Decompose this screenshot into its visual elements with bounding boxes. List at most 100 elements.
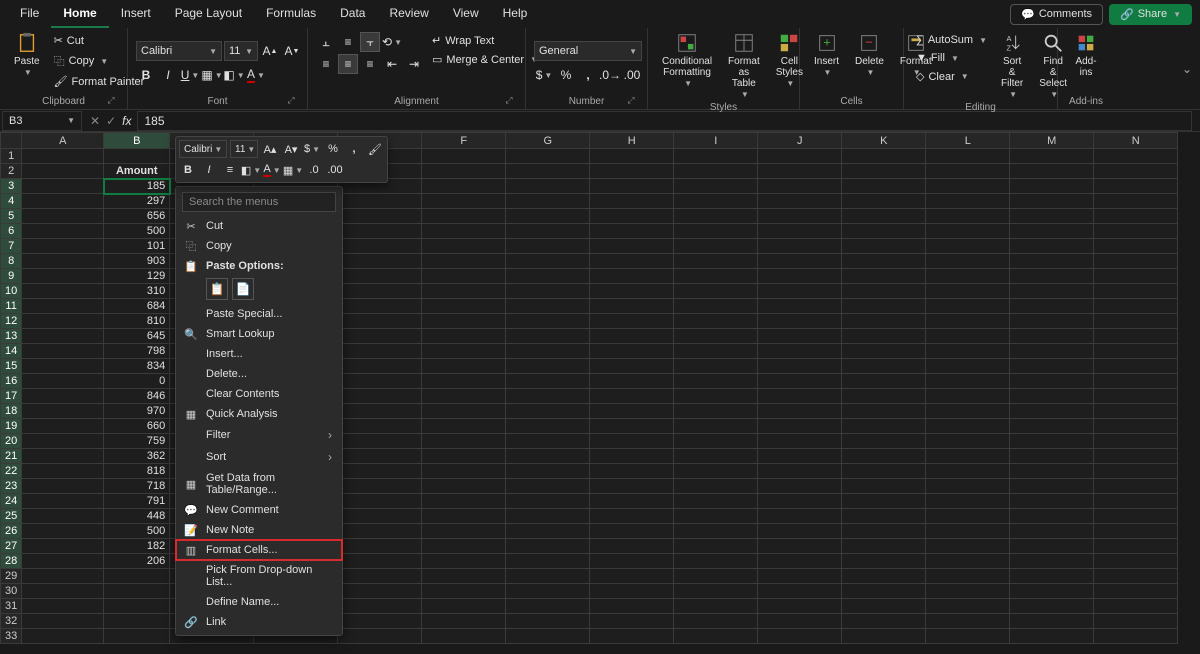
cell-J19[interactable] xyxy=(758,419,842,434)
col-header-B[interactable]: B xyxy=(104,133,170,149)
cell-F26[interactable] xyxy=(422,524,506,539)
cell-K11[interactable] xyxy=(842,299,926,314)
cell-N17[interactable] xyxy=(1094,389,1178,404)
cell-L19[interactable] xyxy=(926,419,1010,434)
cell-L8[interactable] xyxy=(926,254,1010,269)
font-name-combo[interactable]: Calibri▼ xyxy=(136,41,222,61)
cell-I27[interactable] xyxy=(674,539,758,554)
cell-K7[interactable] xyxy=(842,239,926,254)
cell-M33[interactable] xyxy=(1010,629,1094,644)
tab-formulas[interactable]: Formulas xyxy=(254,0,328,28)
mini-italic[interactable]: I xyxy=(200,161,218,179)
row-header-20[interactable]: 20 xyxy=(1,434,22,449)
cell-G33[interactable] xyxy=(506,629,590,644)
cell-G18[interactable] xyxy=(506,404,590,419)
cell-M26[interactable] xyxy=(1010,524,1094,539)
cell-M4[interactable] xyxy=(1010,194,1094,209)
tab-file[interactable]: File xyxy=(8,0,51,28)
cell-I7[interactable] xyxy=(674,239,758,254)
cell-M13[interactable] xyxy=(1010,329,1094,344)
cell-J30[interactable] xyxy=(758,584,842,599)
italic-button[interactable]: I xyxy=(158,65,178,85)
cell-H22[interactable] xyxy=(590,464,674,479)
cell-I3[interactable] xyxy=(674,179,758,194)
cell-B10[interactable]: 310 xyxy=(104,284,170,299)
ctx-filter[interactable]: Filter xyxy=(176,424,342,446)
cell-G13[interactable] xyxy=(506,329,590,344)
cell-J8[interactable] xyxy=(758,254,842,269)
cell-L25[interactable] xyxy=(926,509,1010,524)
cell-A12[interactable] xyxy=(22,314,104,329)
row-header-2[interactable]: 2 xyxy=(1,164,22,179)
mini-border[interactable]: ▦▼ xyxy=(284,161,302,179)
cell-G29[interactable] xyxy=(506,569,590,584)
cell-J23[interactable] xyxy=(758,479,842,494)
row-header-30[interactable]: 30 xyxy=(1,584,22,599)
cell-L32[interactable] xyxy=(926,614,1010,629)
cell-M18[interactable] xyxy=(1010,404,1094,419)
cell-H7[interactable] xyxy=(590,239,674,254)
cell-G3[interactable] xyxy=(506,179,590,194)
cell-B9[interactable]: 129 xyxy=(104,269,170,284)
cell-E15[interactable] xyxy=(338,359,422,374)
cell-J14[interactable] xyxy=(758,344,842,359)
cell-E7[interactable] xyxy=(338,239,422,254)
tab-insert[interactable]: Insert xyxy=(109,0,163,28)
cell-N29[interactable] xyxy=(1094,569,1178,584)
ctx-clear-contents[interactable]: Clear Contents xyxy=(176,384,342,404)
cell-L22[interactable] xyxy=(926,464,1010,479)
cell-E10[interactable] xyxy=(338,284,422,299)
cell-M20[interactable] xyxy=(1010,434,1094,449)
mini-font-combo[interactable]: Calibri▼ xyxy=(179,140,227,158)
row-header-6[interactable]: 6 xyxy=(1,224,22,239)
align-bottom-button[interactable]: ⫟ xyxy=(360,32,380,52)
cell-L16[interactable] xyxy=(926,374,1010,389)
cell-B32[interactable] xyxy=(104,614,170,629)
accounting-button[interactable]: $▼ xyxy=(534,65,554,85)
cell-G12[interactable] xyxy=(506,314,590,329)
cell-G7[interactable] xyxy=(506,239,590,254)
mini-painter[interactable]: 🖌 xyxy=(366,140,384,158)
cell-G11[interactable] xyxy=(506,299,590,314)
cell-G23[interactable] xyxy=(506,479,590,494)
align-right-button[interactable]: ≡ xyxy=(360,54,380,74)
fill-button[interactable]: ▼Fill ▼ xyxy=(912,50,991,66)
row-header-12[interactable]: 12 xyxy=(1,314,22,329)
cell-H13[interactable] xyxy=(590,329,674,344)
cell-H3[interactable] xyxy=(590,179,674,194)
cell-G20[interactable] xyxy=(506,434,590,449)
cell-I15[interactable] xyxy=(674,359,758,374)
cell-M5[interactable] xyxy=(1010,209,1094,224)
cell-K19[interactable] xyxy=(842,419,926,434)
cell-J31[interactable] xyxy=(758,599,842,614)
orientation-button[interactable]: ⟲▼ xyxy=(382,32,402,52)
insert-cells-button[interactable]: +Insert▼ xyxy=(808,32,845,78)
indent-dec-button[interactable]: ⇤ xyxy=(382,54,402,74)
cell-K2[interactable] xyxy=(842,164,926,179)
mini-accounting[interactable]: $▼ xyxy=(303,140,321,158)
cell-H25[interactable] xyxy=(590,509,674,524)
cell-G14[interactable] xyxy=(506,344,590,359)
cell-J26[interactable] xyxy=(758,524,842,539)
ribbon-collapse-button[interactable]: ⌄ xyxy=(1182,62,1192,76)
cell-K10[interactable] xyxy=(842,284,926,299)
cell-A5[interactable] xyxy=(22,209,104,224)
cell-J3[interactable] xyxy=(758,179,842,194)
cell-B16[interactable]: 0 xyxy=(104,374,170,389)
cell-F27[interactable] xyxy=(422,539,506,554)
cell-G10[interactable] xyxy=(506,284,590,299)
cell-I23[interactable] xyxy=(674,479,758,494)
cell-B15[interactable]: 834 xyxy=(104,359,170,374)
cell-K32[interactable] xyxy=(842,614,926,629)
cell-I30[interactable] xyxy=(674,584,758,599)
align-center-button[interactable]: ≡ xyxy=(338,54,358,74)
name-box[interactable]: B3▼ xyxy=(2,111,82,131)
cell-I16[interactable] xyxy=(674,374,758,389)
share-button[interactable]: 🔗 Share ▼ xyxy=(1109,4,1192,25)
mini-fill-color[interactable]: ◧▼ xyxy=(242,161,260,179)
cell-B31[interactable] xyxy=(104,599,170,614)
cell-F13[interactable] xyxy=(422,329,506,344)
row-header-17[interactable]: 17 xyxy=(1,389,22,404)
cell-H2[interactable] xyxy=(590,164,674,179)
cell-N22[interactable] xyxy=(1094,464,1178,479)
